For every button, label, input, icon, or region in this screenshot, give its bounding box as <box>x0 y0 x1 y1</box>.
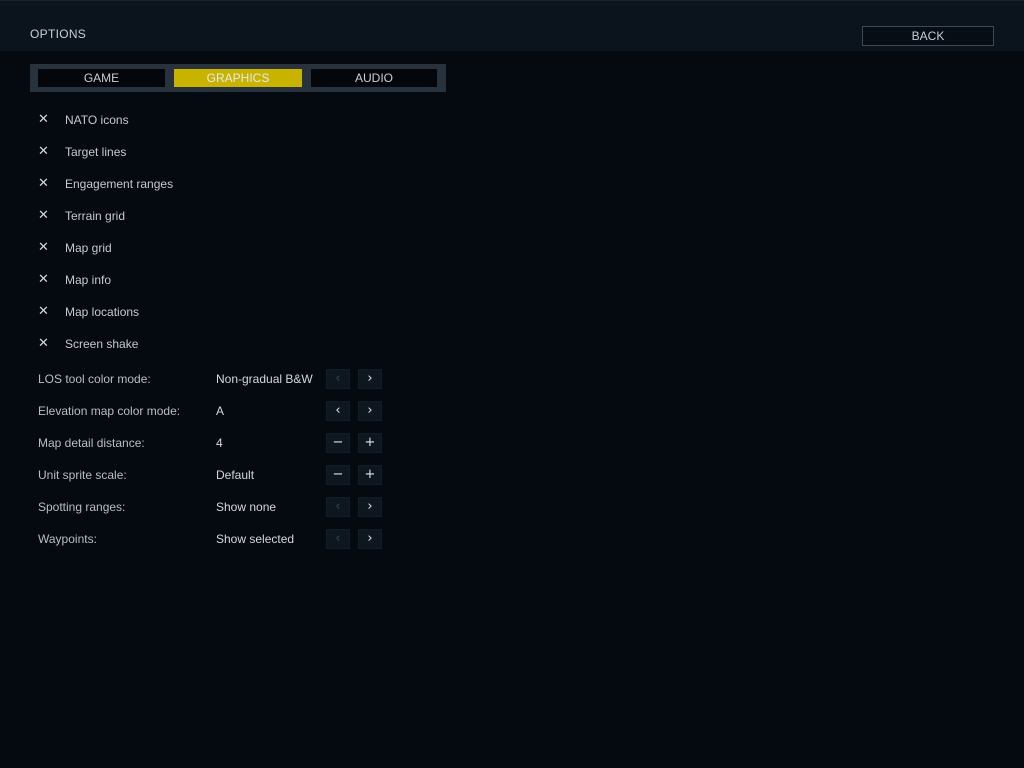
option-row: Spotting ranges: Show none ‹ › <box>38 497 398 517</box>
option-value: A <box>216 404 225 418</box>
option-label: LOS tool color mode: <box>38 372 151 386</box>
checkbox[interactable]: ✕ <box>38 177 49 190</box>
checkbox-label: Terrain grid <box>65 209 126 223</box>
option-label: Elevation map color mode: <box>38 404 181 418</box>
checkbox-label: Screen shake <box>65 337 139 351</box>
checkbox[interactable]: ✕ <box>38 209 49 222</box>
checkbox-label: Map info <box>65 273 112 287</box>
checkbox-label: Map locations <box>65 305 140 319</box>
option-value: Non-gradual B&W <box>216 372 313 386</box>
decrease-button[interactable]: − <box>326 433 350 453</box>
checkbox[interactable]: ✕ <box>38 337 49 350</box>
tab-bar: GAME GRAPHICS AUDIO <box>30 64 446 92</box>
option-label: Unit sprite scale: <box>38 468 127 482</box>
checkbox[interactable]: ✕ <box>38 305 49 318</box>
options-screen: OPTIONS BACK GAME GRAPHICS AUDIO ✕ NATO i… <box>0 0 1024 768</box>
checkbox-label: Target lines <box>65 145 127 159</box>
checkbox-label: Map grid <box>65 241 112 255</box>
option-value: Show none <box>216 500 277 514</box>
option-row: Elevation map color mode: A ‹ › <box>38 401 398 421</box>
option-label: Map detail distance: <box>38 436 145 450</box>
option-value: Default <box>216 468 255 482</box>
next-button[interactable]: › <box>358 401 382 421</box>
page-title: OPTIONS <box>30 27 87 41</box>
option-row: LOS tool color mode: Non-gradual B&W ‹ › <box>38 369 398 389</box>
option-row: Waypoints: Show selected ‹ › <box>38 529 398 549</box>
option-label: Spotting ranges: <box>38 500 126 514</box>
option-label: Waypoints: <box>38 532 97 546</box>
tab-graphics[interactable]: GRAPHICS <box>174 69 302 87</box>
increase-button[interactable]: + <box>358 433 382 453</box>
checkbox[interactable]: ✕ <box>38 273 49 286</box>
previous-button[interactable]: ‹ <box>326 401 350 421</box>
back-button[interactable]: BACK <box>862 26 994 46</box>
next-button[interactable]: › <box>358 497 382 517</box>
checkbox-label: Engagement ranges <box>65 177 174 191</box>
option-value: 4 <box>216 436 223 450</box>
checkbox[interactable]: ✕ <box>38 113 49 126</box>
previous-button[interactable]: ‹ <box>326 529 350 549</box>
option-row: Map detail distance: 4 − + <box>38 433 398 453</box>
option-row: Unit sprite scale: Default − + <box>38 465 398 485</box>
previous-button[interactable]: ‹ <box>326 497 350 517</box>
checkbox[interactable]: ✕ <box>38 145 49 158</box>
option-value: Show selected <box>216 532 295 546</box>
checkbox[interactable]: ✕ <box>38 241 49 254</box>
tab-game[interactable]: GAME <box>38 69 165 87</box>
next-button[interactable]: › <box>358 529 382 549</box>
previous-button[interactable]: ‹ <box>326 369 350 389</box>
decrease-button[interactable]: − <box>326 465 350 485</box>
tab-audio[interactable]: AUDIO <box>311 69 437 87</box>
next-button[interactable]: › <box>358 369 382 389</box>
checkbox-label: NATO icons <box>65 113 129 127</box>
increase-button[interactable]: + <box>358 465 382 485</box>
header-bar: OPTIONS BACK <box>0 0 1024 51</box>
